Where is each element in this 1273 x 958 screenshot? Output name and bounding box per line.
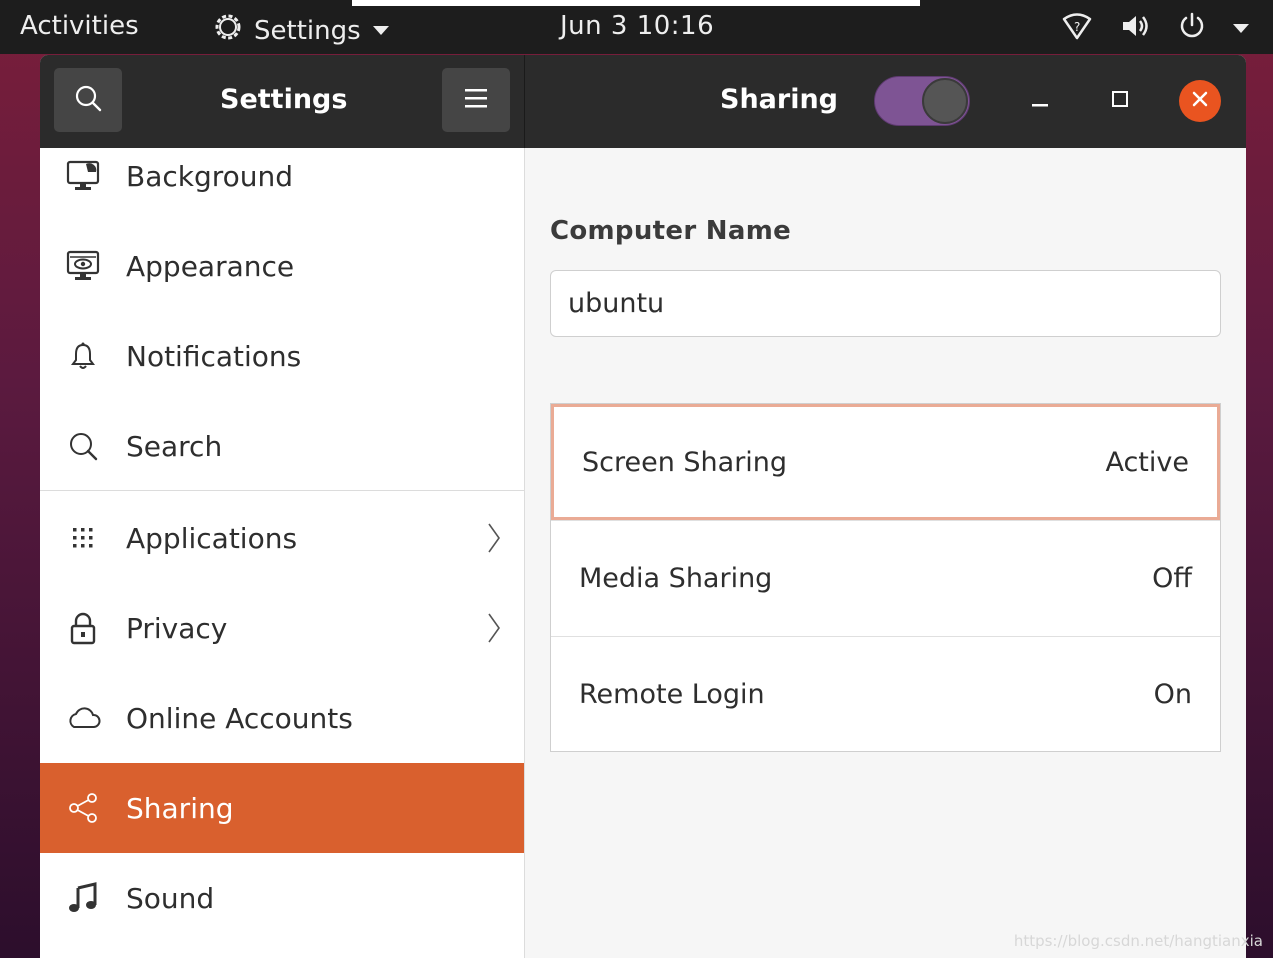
minimize-button[interactable] bbox=[1019, 80, 1061, 122]
chevron-down-icon bbox=[372, 26, 389, 35]
sidebar-item-label: Background bbox=[126, 159, 294, 193]
close-icon bbox=[1190, 89, 1210, 113]
chevron-right-icon bbox=[464, 612, 524, 644]
row-label: Remote Login bbox=[579, 678, 765, 710]
header-separator bbox=[524, 55, 525, 148]
share-icon bbox=[40, 792, 126, 824]
row-status: Off bbox=[1152, 562, 1192, 594]
maximize-button[interactable] bbox=[1099, 80, 1141, 122]
sidebar-item-label: Online Accounts bbox=[126, 701, 353, 735]
activities-button[interactable]: Activities bbox=[20, 11, 139, 41]
close-button[interactable] bbox=[1179, 80, 1221, 122]
maximize-icon bbox=[1110, 89, 1130, 113]
top-strip bbox=[352, 0, 920, 6]
row-status: On bbox=[1153, 678, 1192, 710]
sharing-toggle[interactable] bbox=[874, 76, 970, 126]
volume-icon bbox=[1119, 10, 1151, 46]
sidebar-item-label: Privacy bbox=[126, 611, 228, 645]
row-status: Active bbox=[1105, 446, 1189, 478]
chevron-down-icon bbox=[1233, 23, 1249, 33]
search-icon bbox=[73, 83, 103, 117]
settings-window: Settings Sharing Background Appearance N… bbox=[40, 55, 1246, 958]
sidebar-title: Settings bbox=[220, 84, 348, 115]
network-icon: ? bbox=[1061, 10, 1093, 46]
system-tray[interactable]: ? bbox=[1061, 10, 1249, 46]
panel-title: Sharing bbox=[720, 84, 839, 115]
sidebar-item-label: Applications bbox=[126, 521, 298, 555]
sidebar: Background Appearance Notifications Sear… bbox=[40, 148, 525, 958]
row-label: Media Sharing bbox=[579, 562, 773, 594]
appearance-icon bbox=[40, 250, 126, 282]
sidebar-divider bbox=[40, 490, 524, 491]
toggle-knob bbox=[922, 78, 968, 124]
media-sharing-row[interactable]: Media Sharing Off bbox=[551, 520, 1220, 636]
sidebar-item-appearance[interactable]: Appearance bbox=[40, 221, 524, 311]
sidebar-item-label: Notifications bbox=[126, 339, 302, 373]
search-button[interactable] bbox=[54, 68, 122, 132]
hamburger-icon bbox=[464, 87, 488, 113]
sidebar-item-search[interactable]: Search bbox=[40, 401, 524, 491]
lock-icon bbox=[40, 611, 126, 645]
display-icon bbox=[40, 160, 126, 192]
sidebar-item-privacy[interactable]: Privacy bbox=[40, 583, 524, 673]
grid-icon bbox=[40, 526, 126, 550]
search-icon bbox=[40, 431, 126, 461]
sharing-panel: Computer Name Screen Sharing Active Medi… bbox=[525, 148, 1246, 958]
screen-sharing-row[interactable]: Screen Sharing Active bbox=[551, 404, 1220, 520]
cloud-icon bbox=[40, 706, 126, 730]
music-note-icon bbox=[40, 882, 126, 914]
computer-name-input[interactable] bbox=[550, 270, 1221, 337]
app-menu[interactable]: Settings bbox=[212, 11, 389, 50]
sidebar-item-background[interactable]: Background bbox=[40, 131, 524, 221]
sidebar-item-label: Appearance bbox=[126, 249, 295, 283]
gear-icon bbox=[212, 11, 254, 50]
sidebar-item-sharing[interactable]: Sharing bbox=[40, 763, 524, 853]
remote-login-row[interactable]: Remote Login On bbox=[551, 636, 1220, 752]
row-label: Screen Sharing bbox=[582, 446, 788, 478]
sidebar-item-label: Search bbox=[126, 429, 223, 463]
svg-text:?: ? bbox=[1074, 20, 1080, 34]
computer-name-title: Computer Name bbox=[550, 216, 792, 246]
sharing-services-list: Screen Sharing Active Media Sharing Off … bbox=[550, 403, 1221, 752]
sidebar-item-label: Sound bbox=[126, 881, 215, 915]
menu-button[interactable] bbox=[442, 68, 510, 132]
chevron-right-icon bbox=[464, 522, 524, 554]
clock[interactable]: Jun 3 10:16 bbox=[560, 11, 714, 41]
sidebar-item-applications[interactable]: Applications bbox=[40, 493, 524, 583]
minimize-icon bbox=[1030, 89, 1050, 113]
sidebar-item-notifications[interactable]: Notifications bbox=[40, 311, 524, 401]
top-bar: Activities Settings Jun 3 10:16 ? bbox=[0, 0, 1273, 54]
app-menu-label: Settings bbox=[254, 15, 361, 46]
power-icon bbox=[1177, 11, 1207, 45]
bell-icon bbox=[40, 341, 126, 371]
sidebar-item-online-accounts[interactable]: Online Accounts bbox=[40, 673, 524, 763]
watermark: https://blog.csdn.net/hangtianxia bbox=[1013, 932, 1263, 950]
sidebar-item-label: Sharing bbox=[126, 791, 234, 825]
sidebar-item-sound[interactable]: Sound bbox=[40, 853, 524, 943]
